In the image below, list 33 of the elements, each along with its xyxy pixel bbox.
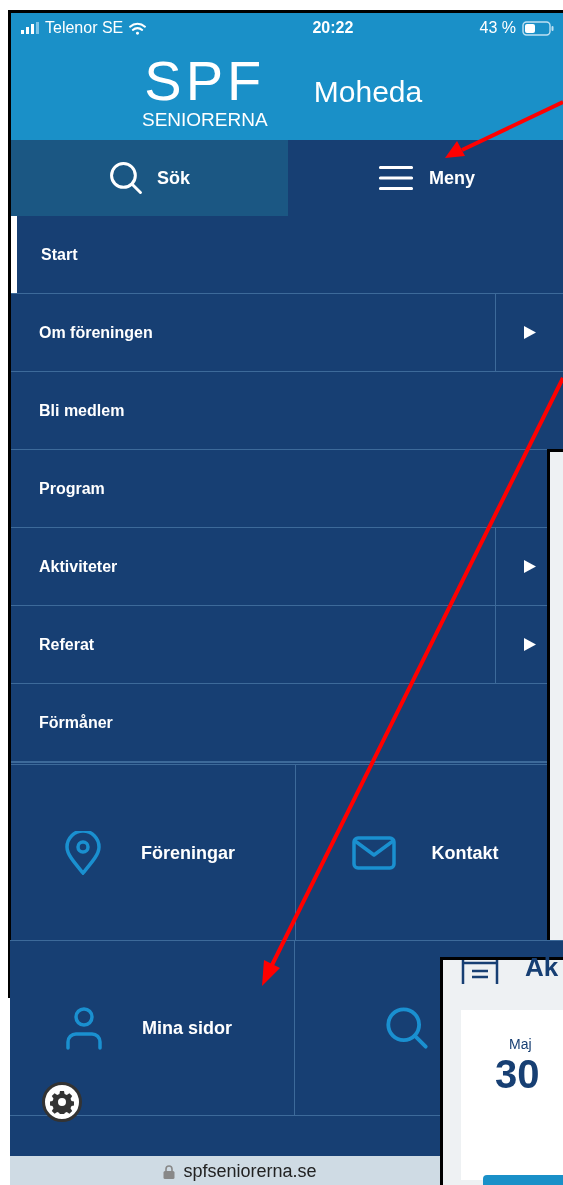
tile-label[interactable]: Mina sidor bbox=[142, 1017, 232, 1039]
date-month: Maj bbox=[509, 1036, 532, 1052]
address-text[interactable]: spfseniorerna.se bbox=[183, 1160, 317, 1182]
menu-icon bbox=[377, 165, 415, 191]
signal-icon bbox=[21, 22, 39, 34]
menu-item[interactable]: Om föreningen bbox=[11, 294, 495, 371]
clock-time: 20:22 bbox=[311, 19, 354, 37]
wifi-icon bbox=[129, 21, 147, 35]
menu-item[interactable]: Bli medlem bbox=[11, 372, 563, 449]
menu-item[interactable]: Aktiviteter bbox=[11, 528, 495, 605]
expand-arrow-icon[interactable] bbox=[524, 326, 536, 339]
lock-icon bbox=[163, 1163, 176, 1179]
search-icon bbox=[385, 1006, 429, 1050]
expand-arrow-icon[interactable] bbox=[524, 560, 536, 573]
menu-item[interactable]: Referat bbox=[11, 606, 495, 683]
carrier-name: Telenor SE bbox=[45, 19, 124, 37]
site-name: Moheda bbox=[313, 74, 423, 109]
nav-tab[interactable]: Sök bbox=[11, 140, 288, 216]
menu-item[interactable]: Start bbox=[11, 216, 563, 293]
date-day: 30 bbox=[495, 1052, 540, 1097]
menu-item[interactable]: Förmåner bbox=[11, 684, 563, 761]
list-icon bbox=[461, 960, 499, 984]
section-heading: Ak bbox=[525, 957, 559, 977]
settings-button[interactable] bbox=[42, 1082, 82, 1122]
tile-label[interactable]: Föreningar bbox=[141, 842, 235, 864]
battery-icon bbox=[522, 20, 554, 36]
settings-icon bbox=[50, 1090, 74, 1114]
search-icon bbox=[109, 161, 143, 195]
logo: SPF SENIORERNA bbox=[140, 49, 269, 132]
menu-item[interactable]: Program bbox=[11, 450, 563, 527]
battery-percent: 43 % bbox=[479, 19, 516, 37]
tile-label[interactable]: Kontakt bbox=[431, 842, 499, 864]
expand-arrow-icon[interactable] bbox=[524, 638, 536, 651]
